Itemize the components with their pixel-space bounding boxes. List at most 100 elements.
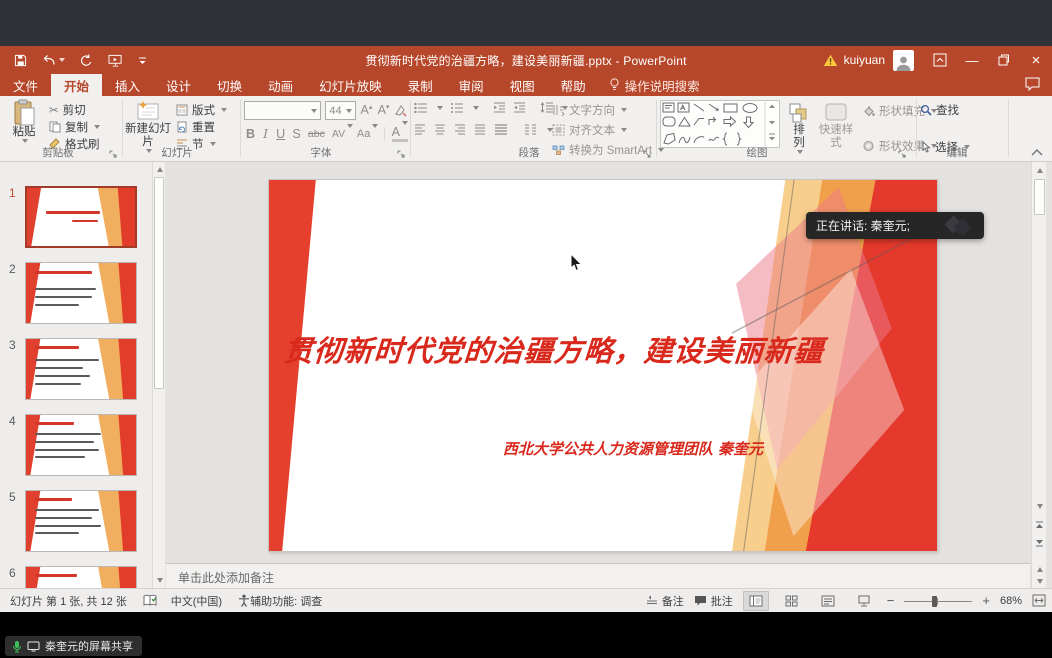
slide-thumbnail-5[interactable] (25, 490, 137, 552)
character-spacing-button[interactable]: AV (332, 128, 350, 140)
comments-toggle[interactable]: 批注 (694, 593, 733, 609)
scrollbar-thumb[interactable] (154, 177, 164, 389)
customize-qat-icon[interactable] (138, 56, 147, 65)
font-color-button[interactable]: A (392, 126, 408, 142)
screen-share-pill[interactable]: 秦奎元的屏幕共享 (5, 636, 142, 656)
previous-slide-icon[interactable] (1034, 518, 1045, 531)
scroll-up-icon[interactable] (154, 163, 165, 176)
spell-check-icon[interactable] (143, 594, 157, 607)
warning-icon[interactable] (823, 54, 838, 67)
zoom-slider-knob[interactable] (932, 596, 937, 607)
change-case-button[interactable]: Aa (357, 128, 377, 140)
layout-button[interactable]: 版式 (176, 101, 227, 118)
bullets-icon[interactable] (414, 102, 428, 114)
clipboard-dialog-launcher-icon[interactable] (109, 150, 117, 158)
main-scrollbar[interactable] (1031, 162, 1046, 563)
columns-icon[interactable] (524, 124, 537, 135)
grow-font-button[interactable]: A▴ (360, 103, 373, 117)
zoom-slider[interactable] (904, 594, 972, 608)
text-direction-button[interactable]: 文字方向 (552, 101, 664, 118)
strikethrough-button[interactable]: abc (308, 128, 325, 140)
notes-placeholder[interactable]: 单击此处添加备注 (178, 569, 274, 586)
collapse-ribbon-icon[interactable] (1030, 148, 1044, 157)
tab-animations[interactable]: 动画 (255, 74, 306, 96)
thumbnail-scrollbar[interactable] (152, 162, 165, 588)
slide-thumbnail-3[interactable] (25, 338, 137, 400)
slide-thumbnail-6[interactable] (25, 566, 137, 588)
text-shadow-button[interactable]: S (292, 127, 301, 141)
zoom-in-button[interactable]: + (982, 593, 990, 608)
font-size-combo[interactable]: 44 (325, 101, 356, 120)
slide-subtitle[interactable]: 西北大学公共人力资源管理团队 秦奎元 (439, 438, 827, 459)
notes-scrollbar[interactable] (1031, 563, 1046, 588)
align-text-button[interactable]: 对齐文本 (552, 121, 664, 138)
restore-button[interactable] (988, 46, 1020, 74)
numbering-icon[interactable] (450, 102, 464, 114)
start-slideshow-icon[interactable] (108, 54, 123, 67)
comments-toggle-icon[interactable] (1025, 77, 1040, 91)
save-icon[interactable] (14, 54, 27, 67)
distribute-icon[interactable] (494, 124, 508, 135)
increase-indent-icon[interactable] (513, 102, 526, 113)
align-center-icon[interactable] (434, 124, 446, 135)
redo-icon[interactable] (80, 54, 93, 67)
slide-sorter-view-button[interactable] (779, 591, 805, 611)
close-button[interactable]: × (1020, 46, 1052, 74)
decrease-indent-icon[interactable] (493, 102, 506, 113)
tab-record[interactable]: 录制 (395, 74, 446, 96)
language-indicator[interactable]: 中文(中国) (171, 593, 222, 609)
undo-icon[interactable] (42, 54, 65, 66)
justify-icon[interactable] (474, 124, 486, 135)
accessibility-status[interactable]: 辅助功能: 调查 (250, 593, 322, 609)
slide-thumbnail-4[interactable] (25, 414, 137, 476)
ribbon-display-options-icon[interactable] (924, 46, 956, 74)
clear-formatting-icon[interactable] (394, 104, 408, 117)
slide-title[interactable]: 贯彻新时代党的治疆方略，建设美丽新疆 (283, 328, 814, 370)
scroll-down-icon[interactable] (1034, 575, 1045, 588)
notes-panel[interactable]: 单击此处添加备注 (166, 563, 1030, 588)
slide-counter[interactable]: 幻灯片 第 1 张, 共 12 张 (10, 593, 127, 609)
scrollbar-thumb[interactable] (1034, 179, 1045, 215)
tab-design[interactable]: 设计 (153, 74, 204, 96)
slide-thumbnail-1[interactable] (25, 186, 137, 248)
italic-button[interactable]: I (262, 126, 269, 141)
font-name-combo[interactable] (244, 101, 321, 120)
tab-slideshow[interactable]: 幻灯片放映 (306, 74, 395, 96)
bold-button[interactable]: B (246, 127, 255, 141)
zoom-out-button[interactable]: − (887, 593, 895, 608)
find-button[interactable]: 查找 (920, 101, 1004, 118)
tab-home[interactable]: 开始 (51, 74, 102, 96)
minimize-button[interactable]: — (956, 46, 988, 74)
reading-view-button[interactable] (815, 591, 841, 611)
tell-me-search[interactable]: 操作说明搜索 (599, 74, 710, 96)
next-slide-icon[interactable] (1034, 536, 1045, 549)
reset-button[interactable]: 重置 (176, 118, 227, 135)
scroll-down-icon[interactable] (1034, 500, 1045, 513)
shrink-font-button[interactable]: A▾ (377, 103, 390, 117)
cut-button[interactable]: ✂剪切 (49, 101, 100, 118)
accessibility-icon[interactable] (238, 594, 250, 607)
tab-review[interactable]: 审阅 (446, 74, 497, 96)
tab-insert[interactable]: 插入 (102, 74, 153, 96)
normal-view-button[interactable] (743, 591, 769, 611)
align-right-icon[interactable] (454, 124, 466, 135)
slide-thumbnail-2[interactable] (25, 262, 137, 324)
notes-toggle[interactable]: 备注 (646, 593, 684, 609)
drawing-dialog-launcher-icon[interactable] (898, 150, 906, 158)
zoom-level[interactable]: 68% (1000, 595, 1022, 607)
shapes-gallery[interactable] (660, 100, 780, 148)
underline-button[interactable]: U (276, 127, 285, 141)
font-dialog-launcher-icon[interactable] (397, 150, 405, 158)
tab-view[interactable]: 视图 (497, 74, 548, 96)
account-name[interactable]: kuiyuan (844, 53, 885, 67)
tab-transitions[interactable]: 切换 (204, 74, 255, 96)
copy-button[interactable]: 复制 (49, 118, 100, 135)
tab-file[interactable]: 文件 (0, 74, 51, 96)
scroll-up-icon[interactable] (1034, 164, 1045, 177)
avatar[interactable] (893, 50, 914, 71)
fit-to-window-icon[interactable] (1032, 594, 1046, 607)
slideshow-view-button[interactable] (851, 591, 877, 611)
tab-help[interactable]: 帮助 (548, 74, 599, 96)
align-left-icon[interactable] (414, 124, 426, 135)
scroll-down-icon[interactable] (154, 574, 165, 587)
